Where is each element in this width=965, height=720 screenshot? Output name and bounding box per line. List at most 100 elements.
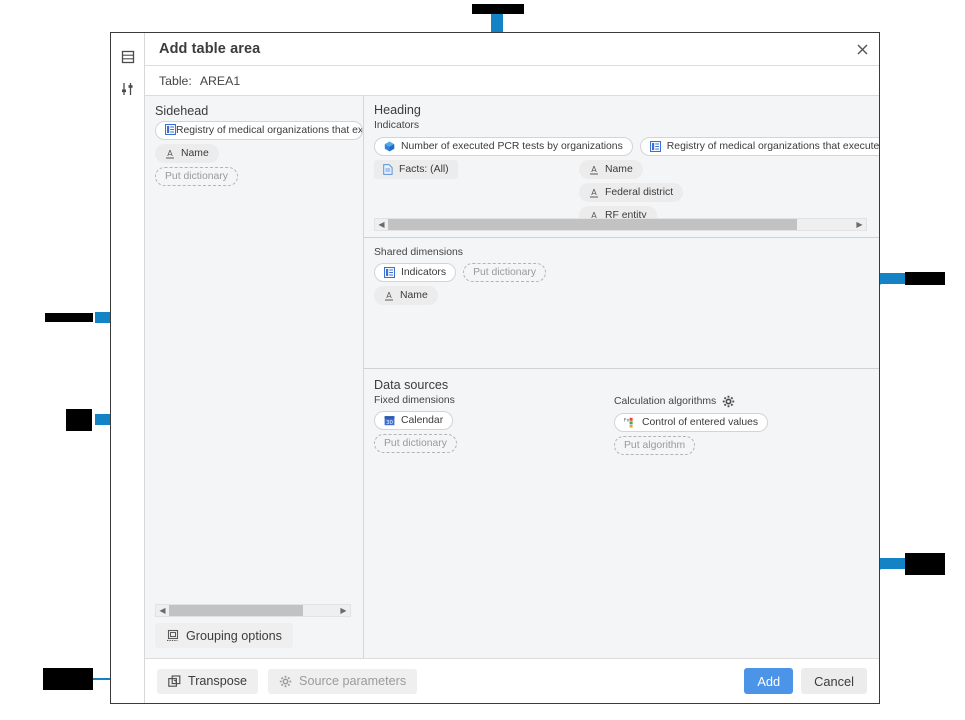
- transpose-label: Transpose: [188, 674, 248, 688]
- shared-dimensions-title: Shared dimensions: [374, 247, 463, 258]
- algorithm-chip-label: Control of entered values: [642, 417, 759, 428]
- attribute-icon: A: [589, 165, 599, 175]
- sidehead-items: Registry of medical organizations that e…: [145, 121, 363, 188]
- close-icon[interactable]: [845, 33, 879, 65]
- scroll-thumb[interactable]: [388, 219, 798, 230]
- dialog-footer: Transpose Source parameters Add Cancel: [145, 658, 879, 703]
- left-icon-rail: [111, 33, 145, 703]
- annotation-redaction-right-1: [905, 272, 945, 285]
- dimension-chip-rf-entity[interactable]: A RF entity: [579, 206, 657, 218]
- svg-text:A: A: [167, 149, 173, 158]
- shared-chip-label: Indicators: [401, 267, 447, 278]
- data-sources-section: Data sources Fixed dimensions 30 Calenda…: [364, 368, 879, 658]
- annotation-redaction-left-1: [45, 313, 93, 322]
- transpose-icon: [168, 674, 181, 688]
- dimension-chip-label: RF entity: [605, 210, 647, 218]
- grouping-options-label: Grouping options: [186, 628, 282, 643]
- heading-title: Heading: [374, 103, 421, 117]
- source-parameters-label: Source parameters: [299, 674, 407, 688]
- dimension-chip-name[interactable]: A Name: [579, 160, 643, 179]
- shared-dimensions-section: Shared dimensions Indicators Put diction…: [364, 238, 879, 368]
- scroll-track[interactable]: [169, 605, 337, 616]
- cancel-button[interactable]: Cancel: [801, 668, 867, 694]
- shared-chip-name[interactable]: A Name: [374, 286, 438, 305]
- fixed-put-dictionary[interactable]: Put dictionary: [374, 434, 457, 453]
- sidehead-put-dictionary-label: Put dictionary: [165, 171, 228, 182]
- add-table-area-dialog: Add table area Table: AREA1 Sidehead Reg…: [110, 32, 880, 704]
- annotation-redaction-right-2: [905, 553, 945, 575]
- facts-chip-label: Facts: (All): [399, 164, 449, 175]
- put-algorithm[interactable]: Put algorithm: [614, 436, 696, 455]
- facts-chip[interactable]: Facts: (All): [374, 160, 458, 179]
- cube-icon: [384, 141, 395, 152]
- sidehead-title: Sidehead: [155, 104, 209, 118]
- formula-icon: Fx: [624, 417, 636, 428]
- sidehead-horizontal-scrollbar[interactable]: ◀ ▶: [155, 604, 351, 617]
- dimension-chip-label: Name: [605, 164, 633, 175]
- sliders-icon[interactable]: [111, 73, 144, 105]
- put-algorithm-label: Put algorithm: [624, 440, 686, 451]
- table-view-icon[interactable]: [111, 41, 144, 73]
- indicator-chip-label: Registry of medical organizations that e…: [666, 141, 879, 152]
- calculation-algorithms-label: Calculation algorithms: [614, 395, 879, 411]
- heading-indicators-area: Heading Indicators Number of executed PC…: [364, 96, 879, 218]
- fixed-dimensions-column: Fixed dimensions 30 Calendar Put diction…: [364, 395, 614, 457]
- sidehead-panel: Sidehead Registry of medical organizatio…: [145, 96, 364, 658]
- dimension-chip-label: Federal district: [605, 187, 674, 198]
- sidehead-chip-label: Registry of medical organizations that e…: [176, 125, 363, 136]
- grouping-options-button[interactable]: Grouping options: [155, 623, 293, 648]
- sidehead-put-dictionary[interactable]: Put dictionary: [155, 167, 238, 186]
- indicator-chip-row: Number of executed PCR tests by organiza…: [364, 134, 879, 158]
- calculation-algorithms-column: Calculation algorithms Fx Control of ent…: [614, 395, 879, 457]
- dimension-chip-federal-district[interactable]: A Federal district: [579, 183, 684, 202]
- table-name-row: Table: AREA1: [145, 66, 879, 96]
- scroll-track[interactable]: [388, 219, 853, 230]
- attribute-icon: A: [589, 211, 599, 219]
- table-label: Table:: [159, 73, 192, 88]
- sidehead-chip-name[interactable]: A Name: [155, 144, 219, 163]
- page-title: Add table area: [159, 41, 261, 57]
- table-value: AREA1: [199, 73, 241, 88]
- dialog-main: Sidehead Registry of medical organizatio…: [145, 96, 879, 658]
- scroll-left-arrow-icon[interactable]: ◀: [156, 605, 169, 616]
- fixed-chip-calendar[interactable]: 30 Calendar: [374, 411, 454, 430]
- data-sources-title: Data sources: [374, 378, 449, 392]
- shared-dimensions-row-2: A Name: [364, 284, 879, 307]
- indicator-chip-pcr-tests[interactable]: Number of executed PCR tests by organiza…: [374, 137, 633, 156]
- svg-text:A: A: [591, 165, 597, 174]
- indicator-chip-registry[interactable]: Registry of medical organizations that e…: [639, 137, 879, 156]
- gear-icon: [279, 675, 292, 688]
- fixed-dimensions-label: Fixed dimensions: [374, 395, 455, 406]
- dialog-titlebar: Add table area: [145, 33, 879, 66]
- algorithm-chip-control[interactable]: Fx Control of entered values: [614, 413, 769, 432]
- indicator-chip-label: Number of executed PCR tests by organiza…: [401, 141, 623, 152]
- annotation-stub-right-2: [880, 558, 906, 569]
- add-button[interactable]: Add: [744, 668, 794, 694]
- annotation-stub-right-1: [880, 273, 906, 284]
- annotation-redaction-left-2: [66, 409, 92, 431]
- sidehead-chip-registry[interactable]: Registry of medical organizations that e…: [155, 121, 363, 140]
- shared-chip-indicators[interactable]: Indicators: [374, 263, 457, 282]
- heading-horizontal-scrollbar[interactable]: ◀ ▶: [374, 218, 867, 231]
- scroll-thumb[interactable]: [169, 605, 304, 616]
- scroll-right-arrow-icon[interactable]: ▶: [337, 605, 350, 616]
- scroll-left-arrow-icon[interactable]: ◀: [375, 219, 388, 230]
- fixed-chip-label: Calendar: [401, 415, 444, 426]
- shared-dimensions-row-1: Indicators Put dictionary: [364, 261, 879, 284]
- grouping-icon: [166, 629, 179, 642]
- scroll-right-arrow-icon[interactable]: ▶: [853, 219, 866, 230]
- heading-right-column: A Name A Federal district A RF entity: [569, 158, 879, 218]
- attribute-icon: A: [589, 188, 599, 198]
- transpose-button[interactable]: Transpose: [157, 668, 259, 694]
- shared-put-dictionary[interactable]: Put dictionary: [463, 263, 547, 282]
- shared-put-dictionary-label: Put dictionary: [473, 267, 537, 278]
- svg-text:A: A: [591, 211, 597, 219]
- fixed-put-dictionary-label: Put dictionary: [384, 438, 447, 449]
- dictionary-icon: [164, 123, 177, 138]
- sidehead-chip-label: Name: [181, 148, 209, 159]
- source-parameters-button[interactable]: Source parameters: [268, 668, 418, 694]
- svg-text:A: A: [591, 188, 597, 197]
- svg-text:Fx: Fx: [624, 418, 630, 424]
- gear-icon[interactable]: [722, 395, 735, 408]
- dictionary-icon: [649, 141, 661, 152]
